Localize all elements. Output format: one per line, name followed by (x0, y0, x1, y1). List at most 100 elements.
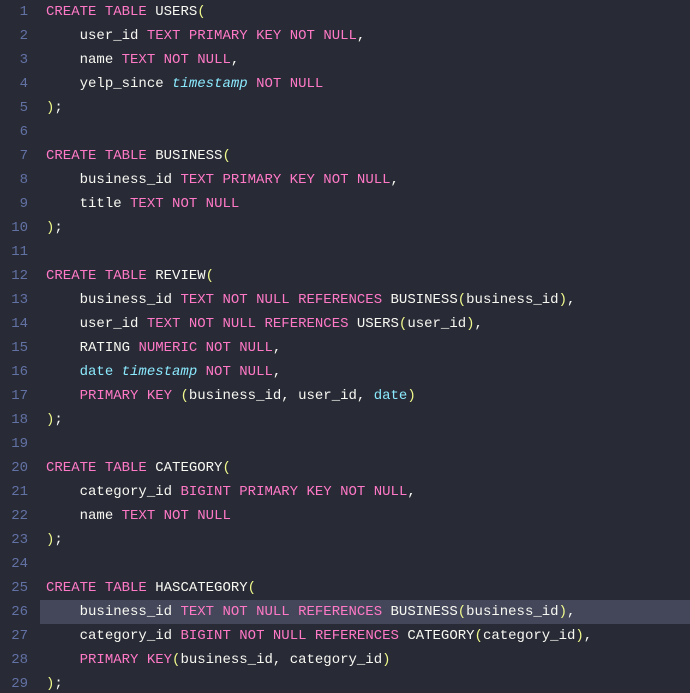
code-line[interactable]: ); (46, 408, 690, 432)
indent (46, 652, 80, 668)
indent (46, 508, 80, 524)
line-number: 22 (6, 504, 28, 528)
column: user_id (407, 316, 466, 332)
code-line[interactable] (46, 240, 690, 264)
keyword: NOT (189, 316, 214, 332)
column: date (374, 388, 408, 404)
keyword: PRIMARY (222, 172, 281, 188)
code-line[interactable]: ); (46, 216, 690, 240)
line-number: 5 (6, 96, 28, 120)
keyword: NOT (172, 196, 197, 212)
line-number: 16 (6, 360, 28, 384)
keyword: TEXT (122, 508, 156, 524)
column: business_id (80, 604, 172, 620)
code-line[interactable]: CREATE TABLE USERS( (46, 0, 690, 24)
code-editor[interactable]: 1234567891011121314151617181920212223242… (0, 0, 690, 693)
keyword: NULL (239, 364, 273, 380)
type: timestamp (172, 76, 248, 92)
punct: , (281, 388, 289, 404)
punct: ; (54, 220, 62, 236)
keyword: REFERENCES (264, 316, 348, 332)
indent (46, 196, 80, 212)
code-line[interactable]: business_id TEXT PRIMARY KEY NOT NULL, (46, 168, 690, 192)
indent (46, 628, 80, 644)
keyword: NOT (222, 292, 247, 308)
punct: , (231, 52, 239, 68)
code-line[interactable]: category_id BIGINT PRIMARY KEY NOT NULL, (46, 480, 690, 504)
column: business_id (80, 292, 172, 308)
code-line[interactable]: CREATE TABLE HASCATEGORY( (46, 576, 690, 600)
code-line[interactable]: CREATE TABLE BUSINESS( (46, 144, 690, 168)
keyword: KEY (306, 484, 331, 500)
line-number: 29 (6, 672, 28, 693)
punct: , (273, 340, 281, 356)
code-line[interactable]: CREATE TABLE REVIEW( (46, 264, 690, 288)
keyword: PRIMARY (80, 388, 139, 404)
punct: , (567, 292, 575, 308)
code-line[interactable]: date timestamp NOT NULL, (46, 360, 690, 384)
code-line[interactable]: title TEXT NOT NULL (46, 192, 690, 216)
type: timestamp (122, 364, 198, 380)
identifier: USERS (357, 316, 399, 332)
indent (46, 316, 80, 332)
punct: , (391, 172, 399, 188)
keyword: TABLE (105, 268, 147, 284)
code-line[interactable]: user_id TEXT PRIMARY KEY NOT NULL, (46, 24, 690, 48)
paren: ( (222, 148, 230, 164)
paren: ) (559, 292, 567, 308)
code-line[interactable]: PRIMARY KEY(business_id, category_id) (46, 648, 690, 672)
paren: ( (248, 580, 256, 596)
code-line[interactable]: ); (46, 96, 690, 120)
keyword: CREATE (46, 4, 96, 20)
column: user_id (80, 316, 139, 332)
line-number: 24 (6, 552, 28, 576)
code-line[interactable]: category_id BIGINT NOT NULL REFERENCES C… (46, 624, 690, 648)
line-number: 12 (6, 264, 28, 288)
column: business_id (466, 292, 558, 308)
line-number: 8 (6, 168, 28, 192)
code-line[interactable]: user_id TEXT NOT NULL REFERENCES USERS(u… (46, 312, 690, 336)
code-line[interactable]: CREATE TABLE CATEGORY( (46, 456, 690, 480)
keyword: NULL (290, 76, 324, 92)
code-line[interactable]: PRIMARY KEY (business_id, user_id, date) (46, 384, 690, 408)
indent (46, 292, 80, 308)
punct: , (273, 652, 281, 668)
code-area[interactable]: CREATE TABLE USERS( user_id TEXT PRIMARY… (40, 0, 690, 693)
code-line[interactable]: business_id TEXT NOT NULL REFERENCES BUS… (46, 288, 690, 312)
punct: ; (54, 676, 62, 692)
code-line[interactable] (46, 552, 690, 576)
paren: ( (206, 268, 214, 284)
line-number: 20 (6, 456, 28, 480)
code-line-current[interactable]: business_id TEXT NOT NULL REFERENCES BUS… (40, 600, 690, 624)
keyword: NOT (164, 508, 189, 524)
punct: , (407, 484, 415, 500)
identifier: REVIEW (155, 268, 205, 284)
code-line[interactable]: RATING NUMERIC NOT NULL, (46, 336, 690, 360)
paren: ) (466, 316, 474, 332)
keyword: TEXT (180, 292, 214, 308)
code-line[interactable]: name TEXT NOT NULL, (46, 48, 690, 72)
indent (46, 28, 80, 44)
code-line[interactable]: name TEXT NOT NULL (46, 504, 690, 528)
line-number: 28 (6, 648, 28, 672)
identifier: USERS (155, 4, 197, 20)
code-line[interactable]: yelp_since timestamp NOT NULL (46, 72, 690, 96)
keyword: NOT (239, 628, 264, 644)
column: business_id (189, 388, 281, 404)
code-line[interactable] (46, 432, 690, 456)
code-line[interactable] (46, 120, 690, 144)
paren: ) (575, 628, 583, 644)
line-number: 1 (6, 0, 28, 24)
column: name (80, 508, 114, 524)
keyword: NULL (374, 484, 408, 500)
keyword: PRIMARY (80, 652, 139, 668)
keyword: NOT (256, 76, 281, 92)
line-number: 10 (6, 216, 28, 240)
keyword: NULL (323, 28, 357, 44)
code-line[interactable]: ); (46, 528, 690, 552)
keyword: NULL (256, 604, 290, 620)
code-line[interactable]: ); (46, 672, 690, 693)
keyword: KEY (147, 388, 172, 404)
column: RATING (80, 340, 130, 356)
keyword: BIGINT (180, 484, 230, 500)
